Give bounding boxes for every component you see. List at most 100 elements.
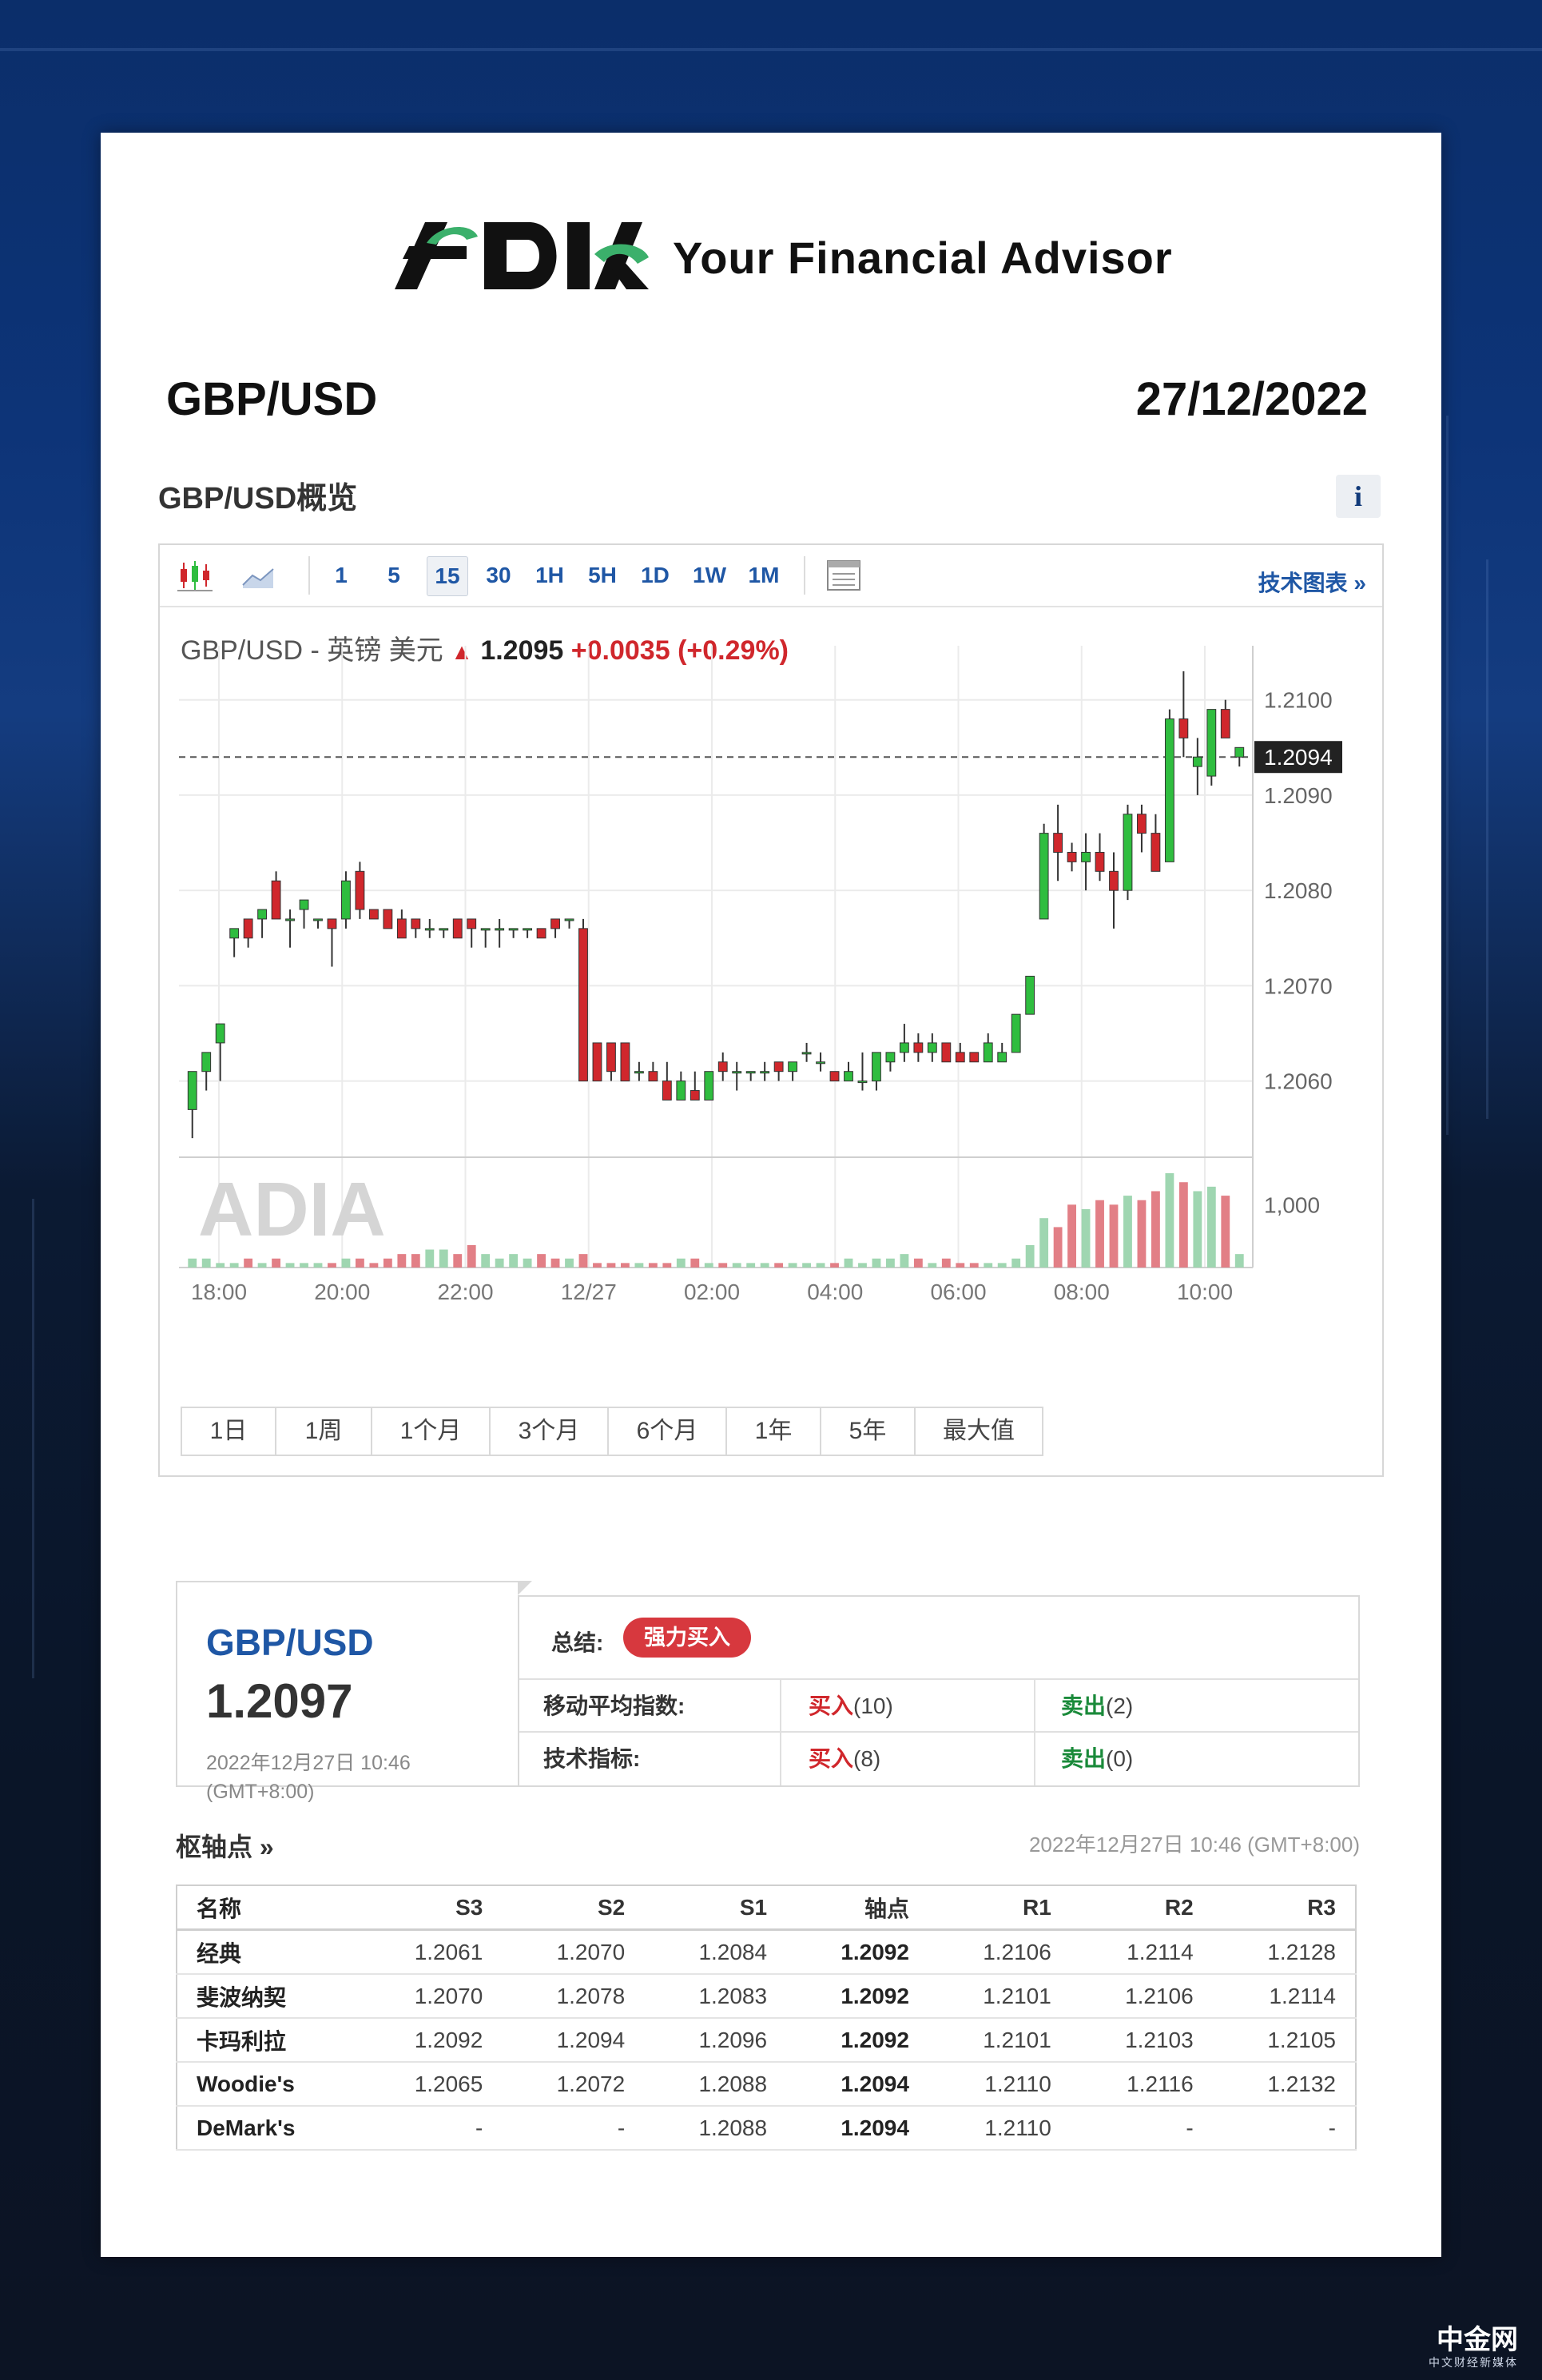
volume-bar (1011, 1258, 1021, 1268)
volume-bar (662, 1263, 672, 1268)
candle-body (885, 1052, 896, 1063)
summary-pair[interactable]: GBP/USD (206, 1621, 374, 1664)
candle-body (634, 1071, 644, 1074)
volume-bar (816, 1263, 825, 1268)
x-tick-label: 18:00 (191, 1280, 247, 1304)
candle-body (578, 928, 588, 1082)
x-tick-label: 02:00 (684, 1280, 740, 1304)
volume-bar (300, 1263, 308, 1268)
summary-signals: 总结: 强力买入 移动平均指数: 买入(10) 卖出(2) 技术指标: 买入(8… (518, 1595, 1360, 1787)
summary-time: 2022年12月27日 10:46 (GMT+8:00) (206, 1749, 411, 1806)
candle-body (271, 880, 281, 920)
volume-bar (285, 1263, 295, 1268)
candle-body (411, 918, 421, 929)
candle-body (1025, 975, 1035, 1015)
pivot-title[interactable]: 枢轴点 » (176, 1827, 274, 1864)
pivot-value: 1.2110 (928, 2062, 1071, 2107)
candle-body (1095, 851, 1105, 872)
range-5y[interactable]: 5年 (821, 1408, 916, 1455)
candle-body (927, 1042, 937, 1053)
table-row: 卡玛利拉 1.2092 1.2094 1.2096 1.2092 1.2101 1.2103… (177, 2018, 1356, 2063)
candle-body (452, 918, 463, 939)
adia-logo (395, 222, 649, 289)
x-tick-label: 12/27 (561, 1280, 617, 1304)
x-tick-label: 06:00 (930, 1280, 986, 1304)
y-tick-label: 1.2070 (1264, 973, 1333, 998)
range-1d[interactable]: 1日 (182, 1408, 276, 1455)
column-divider (1034, 1733, 1035, 1785)
pivot-value: 1.2094 (786, 2062, 928, 2107)
footer-site-sub: 中文财经新媒体 (1429, 2356, 1518, 2369)
pivot-method: 卡玛利拉 (177, 2018, 360, 2063)
volume-bar (439, 1249, 448, 1268)
volume-bar (1123, 1196, 1132, 1268)
signal-sell: 卖出(0) (1061, 1733, 1133, 1785)
candle-body (899, 1042, 909, 1053)
candle-body (592, 1042, 602, 1082)
sell-count: (2) (1106, 1693, 1134, 1718)
candle-body (1206, 709, 1217, 777)
pivot-col-header: 名称 (177, 1885, 360, 1931)
candle-body (1053, 833, 1063, 853)
volume-bar (1067, 1204, 1076, 1268)
candle-body (773, 1061, 784, 1073)
pivot-method: Woodie's (177, 2062, 360, 2107)
volume-bar (383, 1258, 392, 1268)
candle-body (941, 1042, 952, 1063)
pivot-table: 名称 S3 S2 S1 轴点 R1 R2 R3 经典 1.2061 1.2070 1.2084 1.2… (176, 1884, 1357, 2151)
range-1w[interactable]: 1周 (276, 1408, 372, 1455)
candle-body (243, 918, 253, 939)
volume-bar (1221, 1196, 1230, 1268)
volume-bar (606, 1263, 616, 1268)
watermark: ADIA (198, 1167, 386, 1252)
candle-body (745, 1071, 756, 1074)
range-6m[interactable]: 6个月 (609, 1408, 727, 1455)
volume-bar (732, 1263, 741, 1268)
candle-body (536, 928, 546, 939)
pivot-value: 1.2092 (360, 2018, 503, 2063)
range-max[interactable]: 最大值 (916, 1408, 1042, 1455)
volume-bar (634, 1263, 644, 1268)
y-tick-label: 1.2100 (1264, 688, 1333, 713)
volume-bar (341, 1258, 351, 1268)
volume-bar (802, 1263, 811, 1268)
pivot-value: 1.2065 (360, 2062, 503, 2107)
pivot-col-header: S1 (644, 1885, 787, 1931)
candle-body (327, 918, 337, 929)
chart-panel: 1 5 15 30 1H 5H 1D 1W 1M 技术图表 » GBP/USD … (158, 543, 1384, 1477)
candle-body (760, 1071, 770, 1074)
pivot-value: 1.2092 (786, 1929, 928, 1975)
pivot-value: 1.2103 (1070, 2018, 1213, 2063)
candle-body (341, 880, 351, 920)
volume-bar (229, 1263, 239, 1268)
candle-body (313, 918, 323, 921)
range-1y[interactable]: 1年 (727, 1408, 821, 1455)
buy-count: (10) (853, 1693, 893, 1718)
volume-bar (188, 1258, 197, 1268)
pivot-value: 1.2096 (644, 2018, 787, 2063)
volume-bar (411, 1254, 420, 1268)
signal-sell: 卖出(2) (1061, 1680, 1133, 1733)
candle-body (383, 909, 393, 929)
volume-bar (1109, 1204, 1119, 1268)
volume-bar (257, 1263, 267, 1268)
signal-label: 技术指标: (543, 1746, 641, 1771)
info-button[interactable]: i (1336, 475, 1381, 518)
x-tick-label: 04:00 (807, 1280, 863, 1304)
candle-body (801, 1052, 812, 1055)
volume-bar (593, 1263, 602, 1268)
candle-body (717, 1061, 728, 1073)
report-date: 27/12/2022 (1135, 373, 1368, 425)
pivot-col-header: R1 (928, 1885, 1071, 1931)
price-chart[interactable]: 18:00 20:00 22:00 12/27 02:00 04:00 06:00 08:00… (160, 545, 1382, 1408)
tagline: Your Financial Advisor (673, 233, 1173, 283)
signal-buy: 买入(10) (809, 1680, 893, 1733)
volume-bar (356, 1258, 364, 1268)
volume-bar (272, 1258, 280, 1268)
volume-bar (523, 1258, 532, 1268)
volume-bar (1151, 1191, 1160, 1268)
footer-site-logo: 中金网 (1437, 2325, 1518, 2355)
range-1m[interactable]: 1个月 (372, 1408, 491, 1455)
volume-bar (1165, 1173, 1174, 1268)
range-3m[interactable]: 3个月 (491, 1408, 609, 1455)
